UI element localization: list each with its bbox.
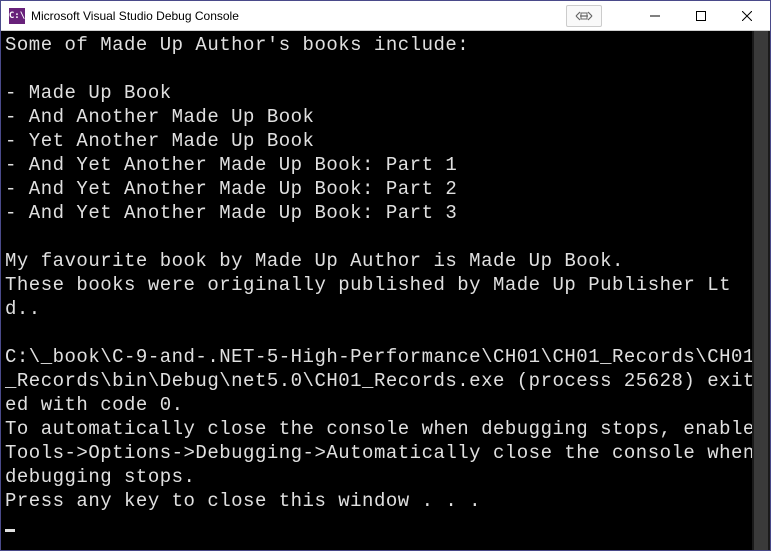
window-controls <box>566 1 770 30</box>
resize-handle-icon[interactable] <box>566 5 602 27</box>
cursor-icon <box>5 529 15 532</box>
console-line: Some of Made Up Author's books include: <box>5 34 469 56</box>
console-line: - And Yet Another Made Up Book: Part 3 <box>5 202 457 224</box>
console-line: C:\_book\C-9-and-.NET-5-High-Performance… <box>5 346 755 416</box>
console-output[interactable]: Some of Made Up Author's books include: … <box>1 31 770 550</box>
window-title: Microsoft Visual Studio Debug Console <box>31 9 566 23</box>
app-icon: C:\ <box>9 8 25 24</box>
console-line: - Made Up Book <box>5 82 172 104</box>
maximize-button[interactable] <box>678 1 724 31</box>
console-line: My favourite book by Made Up Author is M… <box>5 250 624 272</box>
console-line: - And Yet Another Made Up Book: Part 1 <box>5 154 457 176</box>
titlebar: C:\ Microsoft Visual Studio Debug Consol… <box>1 1 770 31</box>
scrollbar-thumb[interactable] <box>754 31 768 550</box>
scrollbar[interactable] <box>752 31 770 550</box>
minimize-button[interactable] <box>632 1 678 31</box>
console-line: - Yet Another Made Up Book <box>5 130 314 152</box>
console-line: These books were originally published by… <box>5 274 731 320</box>
console-line: - And Yet Another Made Up Book: Part 2 <box>5 178 457 200</box>
console-line: Press any key to close this window . . . <box>5 490 481 512</box>
console-line: - And Another Made Up Book <box>5 106 314 128</box>
close-button[interactable] <box>724 1 770 31</box>
console-line: To automatically close the console when … <box>5 418 767 488</box>
